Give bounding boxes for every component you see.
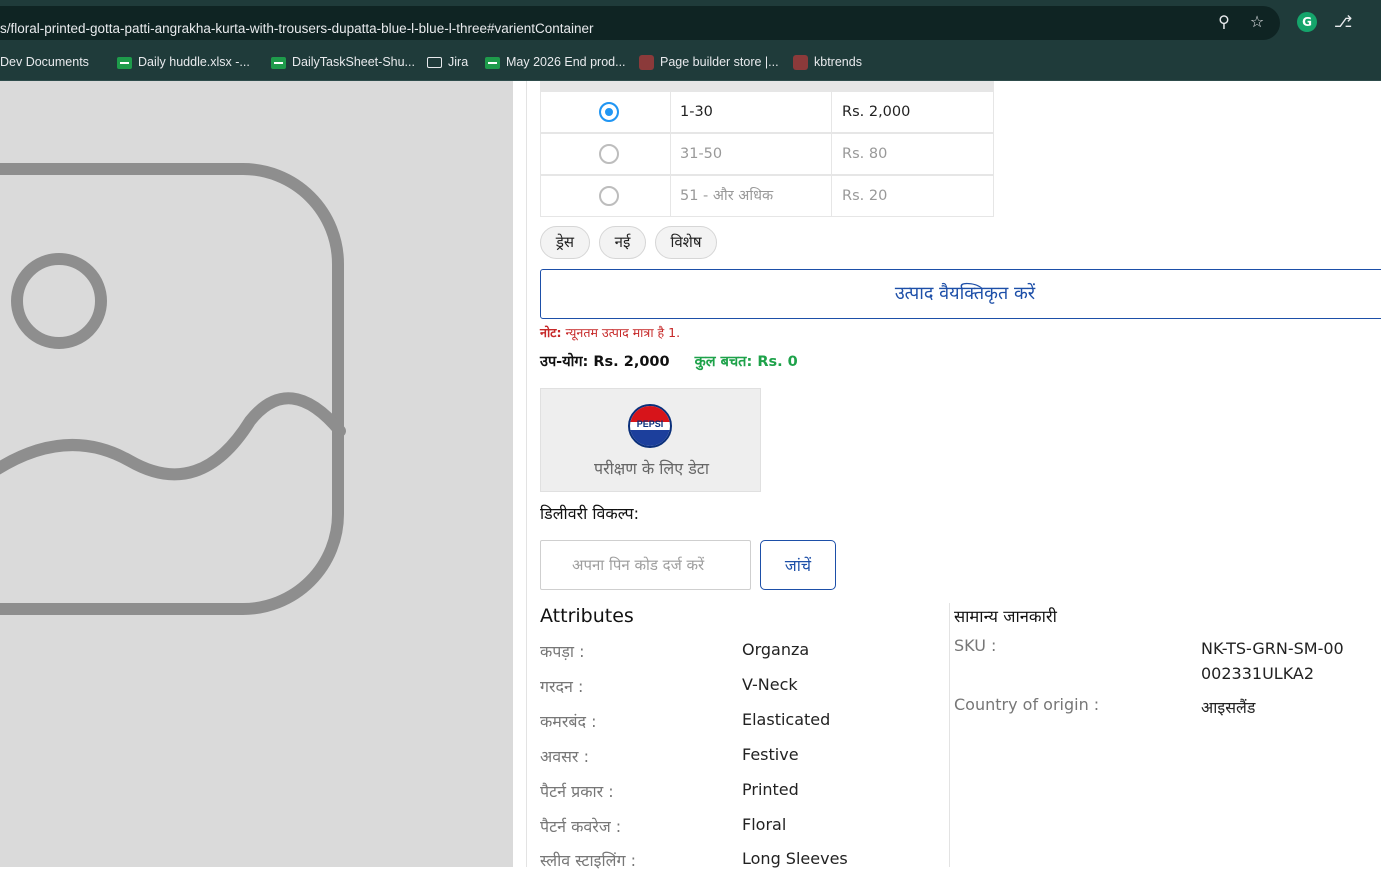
attribute-row: गरदन : V-Neck	[540, 675, 798, 696]
sheet-icon	[271, 56, 286, 69]
pricing-tier-row[interactable]: 51 - और अधिक Rs. 20	[540, 175, 994, 217]
sku-value: NK-TS-GRN-SM-00002331ULKA2	[1201, 639, 1344, 683]
tag-chip[interactable]: विशेष	[655, 226, 717, 259]
personalize-product-button[interactable]: उत्पाद वैयक्तिकृत करें	[540, 269, 1381, 319]
info-column-divider	[949, 603, 950, 867]
bookmark-page-builder[interactable]: Page builder store |...	[639, 53, 779, 71]
tier-range: 1-30	[671, 92, 832, 133]
tier-price: Rs. 2,000	[842, 104, 911, 120]
bookmark-dev-documents[interactable]: Dev Documents	[0, 53, 89, 71]
tag-chip[interactable]: नई	[599, 226, 646, 259]
bookmark-may-2026[interactable]: May 2026 End prod...	[485, 53, 626, 71]
url-text[interactable]: s/floral-printed-gotta-patti-angrakha-ku…	[0, 21, 594, 36]
image-placeholder-icon	[0, 163, 346, 615]
savings-label: कुल बचत:	[694, 354, 753, 370]
attribute-row: स्लीव स्टाइलिंग : Long Sleeves	[540, 849, 848, 870]
bookmark-kbtrends[interactable]: kbtrends	[793, 53, 862, 71]
extensions-icon[interactable]: ⎇	[1334, 13, 1352, 31]
zoom-icon[interactable]: ⚲	[1215, 13, 1233, 31]
check-pincode-button[interactable]: जांचें	[760, 540, 836, 590]
pincode-input[interactable]	[540, 540, 751, 590]
tier-range: 31-50	[671, 134, 832, 175]
column-divider	[526, 81, 527, 867]
pricing-tier-row[interactable]: 1-30 Rs. 2,000	[540, 91, 994, 133]
pricing-tier-row[interactable]: 31-50 Rs. 80	[540, 133, 994, 175]
attribute-row: अवसर : Festive	[540, 745, 799, 766]
brand-card[interactable]: PEPSI परीक्षण के लिए डेटा	[540, 388, 761, 492]
attribute-row: पैटर्न कवरेज : Floral	[540, 815, 787, 836]
bookmark-daily-task-sheet[interactable]: DailyTaskSheet-Shu...	[271, 53, 415, 71]
bookmarks-bar: Dev Documents Daily huddle.xlsx -... Dai…	[0, 42, 1381, 81]
tier-price: Rs. 20	[842, 188, 888, 204]
grammarly-icon[interactable]: G	[1297, 12, 1317, 32]
pepsi-logo-icon: PEPSI	[628, 404, 672, 448]
order-totals: उप-योग: Rs. 2,000 कुल बचत: Rs. 0	[540, 351, 798, 371]
tier-price: Rs. 80	[842, 146, 888, 162]
tag-chip[interactable]: ड्रेस	[540, 226, 590, 259]
bookmark-star-icon[interactable]: ☆	[1248, 13, 1266, 31]
tier-radio-selected[interactable]	[599, 102, 619, 122]
sheet-icon	[117, 56, 132, 69]
store-favicon-icon	[639, 55, 654, 71]
general-info-title: सामान्य जानकारी	[954, 607, 1057, 626]
savings-value: Rs. 0	[757, 354, 798, 370]
sheet-icon	[485, 56, 500, 69]
store-favicon-icon	[793, 55, 808, 71]
tier-radio[interactable]	[599, 186, 619, 206]
pricing-table-header	[540, 81, 994, 91]
bookmark-daily-huddle[interactable]: Daily huddle.xlsx -...	[117, 53, 250, 71]
attribute-row: कमरबंद : Elasticated	[540, 710, 831, 731]
subtotal-value: Rs. 2,000	[593, 354, 670, 370]
tier-radio[interactable]	[599, 144, 619, 164]
attribute-row: कपड़ा : Organza	[540, 640, 810, 661]
folder-icon	[427, 57, 442, 69]
product-image-placeholder[interactable]	[0, 81, 513, 867]
browser-toolbar: s/floral-printed-gotta-patti-angrakha-ku…	[0, 0, 1381, 42]
subtotal-label: उप-योग:	[540, 354, 589, 370]
attributes-title: Attributes	[540, 605, 634, 627]
country-value: आइसलैंड	[1201, 698, 1256, 717]
product-details: 1-30 Rs. 2,000 31-50 Rs. 80 51 - और अधिक…	[540, 81, 1381, 870]
delivery-options-title: डिलीवरी विकल्प:	[540, 504, 640, 523]
tier-range: 51 - और अधिक	[671, 176, 832, 217]
brand-label: परीक्षण के लिए डेटा	[594, 459, 709, 478]
attribute-row: पैटर्न प्रकार : Printed	[540, 780, 799, 801]
min-quantity-note: नोट: न्यूनतम उत्पाद मात्रा है 1.	[540, 325, 681, 340]
bookmark-jira[interactable]: Jira	[427, 53, 468, 71]
address-bar[interactable]: s/floral-printed-gotta-patti-angrakha-ku…	[0, 6, 1280, 40]
